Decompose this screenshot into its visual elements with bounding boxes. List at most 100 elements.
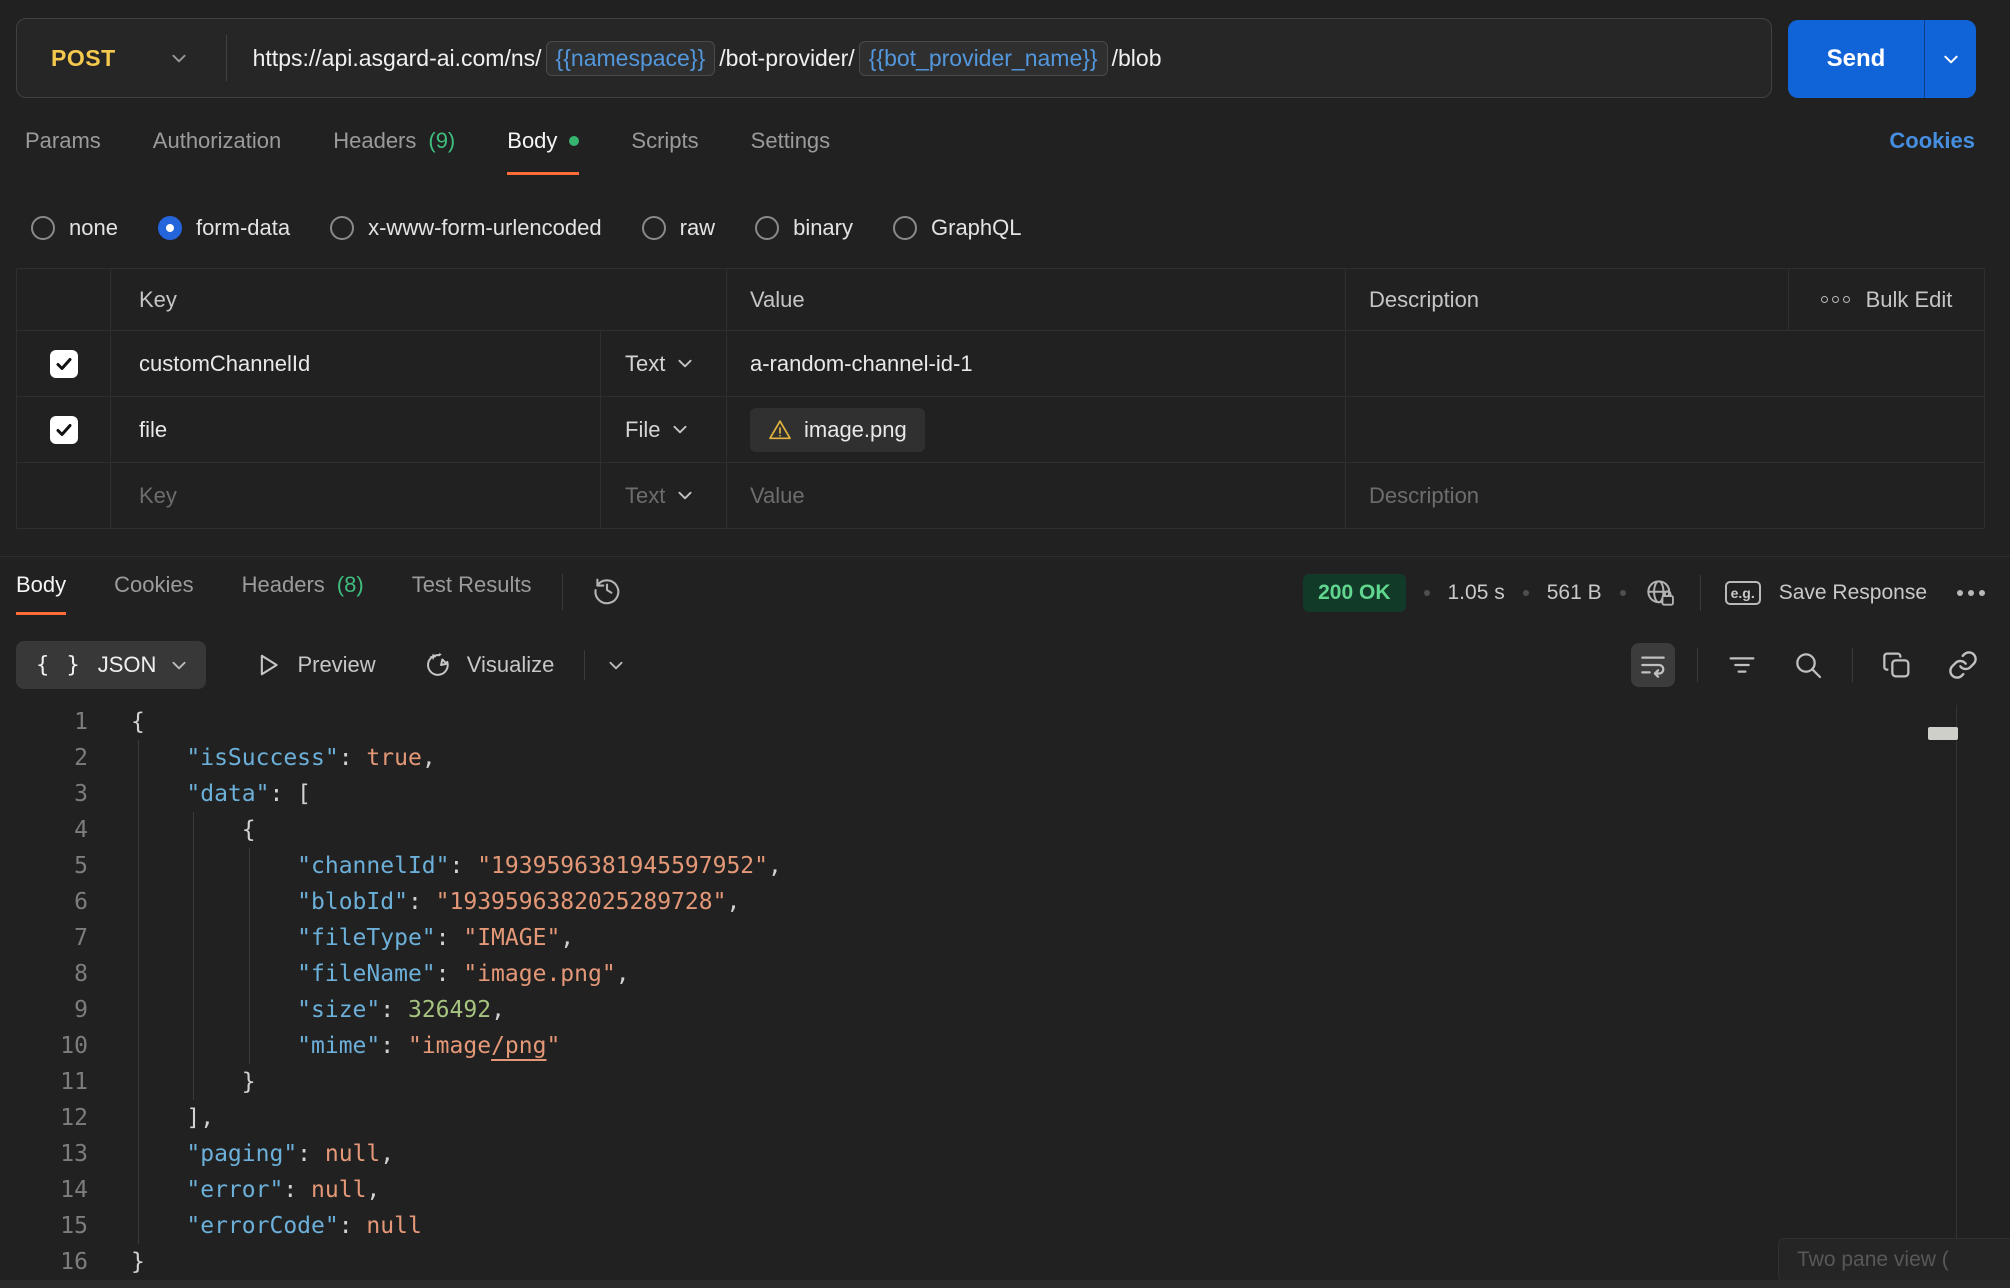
code-text: "channelId": "1939596381945597952", (131, 848, 782, 884)
visualize-button[interactable]: Visualize (422, 649, 555, 681)
body-mode-graphql[interactable]: GraphQL (893, 215, 1022, 241)
response-tab-headers[interactable]: Headers(8) (242, 572, 364, 615)
key-cell[interactable]: customChannelIdText (111, 331, 727, 396)
line-number: 3 (0, 776, 88, 812)
response-tab-cookies[interactable]: Cookies (114, 572, 193, 615)
url-input[interactable]: https://api.asgard-ai.com/ns/{{namespace… (227, 41, 1162, 76)
send-button[interactable]: Send (1788, 20, 1976, 98)
indent-guide (138, 776, 139, 812)
row-checkbox[interactable] (50, 416, 78, 444)
warning-icon (768, 418, 792, 442)
code-text: "data": [ (131, 776, 311, 812)
pane-view-tooltip: Two pane view ( (1778, 1238, 2010, 1282)
table-row: customChannelIdTexta-random-channel-id-1 (17, 330, 1984, 396)
code-line: 4 { (0, 812, 2010, 848)
request-tab-authorization[interactable]: Authorization (153, 128, 281, 175)
type-selector[interactable]: Text (600, 331, 726, 396)
copy-button[interactable] (1875, 643, 1919, 687)
request-tab-scripts[interactable]: Scripts (631, 128, 698, 175)
response-tab-body[interactable]: Body (16, 572, 66, 615)
wrap-text-button[interactable] (1631, 643, 1675, 687)
radio-label: GraphQL (931, 215, 1022, 241)
preview-label: Preview (297, 652, 375, 678)
scrollbar-thumb[interactable] (1928, 727, 1958, 740)
toolbar-icon-divider (1852, 648, 1853, 682)
visualize-label: Visualize (467, 652, 555, 678)
table-row: KeyTextValue Description (17, 462, 1984, 528)
code-line: 5 "channelId": "1939596381945597952", (0, 848, 2010, 884)
request-tab-params[interactable]: Params (25, 128, 101, 175)
preview-button[interactable]: Preview (252, 649, 375, 681)
link-button[interactable] (1941, 643, 1985, 687)
more-options-icon[interactable] (1957, 590, 1985, 596)
chevron-down-icon (678, 491, 692, 500)
description-cell[interactable] (1346, 397, 1984, 462)
request-tab-settings[interactable]: Settings (751, 128, 831, 175)
type-selector[interactable]: File (600, 397, 726, 462)
request-tab-headers[interactable]: Headers(9) (333, 128, 455, 175)
indent-guide (138, 812, 139, 848)
body-mode-form-data[interactable]: form-data (158, 215, 290, 241)
row-checkbox[interactable] (50, 350, 78, 378)
separator-dot (1424, 590, 1430, 596)
separator-dot (1620, 590, 1626, 596)
tab-label: Params (25, 128, 101, 154)
description-placeholder: Description (1369, 483, 1479, 509)
code-line: 10 "mime": "image/png" (0, 1028, 2010, 1064)
request-tab-body[interactable]: Body (507, 128, 579, 175)
tab-count: (8) (337, 572, 364, 598)
url-segment: /bot-provider/ (719, 45, 855, 72)
code-text: ], (131, 1100, 214, 1136)
cookies-link[interactable]: Cookies (1889, 128, 1975, 154)
radio-icon (755, 216, 779, 240)
table-header-row: KeyValueDescriptionBulk Edit (17, 269, 1984, 330)
value-cell[interactable]: image.png (727, 397, 1346, 462)
history-button[interactable] (591, 574, 623, 606)
key-placeholder: Key (139, 483, 600, 509)
chevron-down-icon[interactable] (609, 661, 623, 670)
line-number: 16 (0, 1244, 88, 1280)
history-clock-icon (591, 574, 623, 606)
table-row: fileFile image.png (17, 396, 1984, 462)
indent-guide (249, 884, 250, 920)
wrap-text-icon (1637, 649, 1669, 681)
format-selector[interactable]: { } JSON (16, 641, 206, 689)
row-check-cell (17, 397, 111, 462)
chevron-down-icon (678, 359, 692, 368)
send-button-label[interactable]: Send (1788, 20, 1924, 98)
method-selector[interactable]: POST (17, 45, 226, 72)
tab-label: Headers (333, 128, 416, 154)
radio-label: raw (680, 215, 715, 241)
body-mode-x-www-form-urlencoded[interactable]: x-www-form-urlencoded (330, 215, 602, 241)
bulk-edit-button[interactable]: Bulk Edit (1789, 269, 1984, 330)
response-time: 1.05 s (1448, 581, 1505, 605)
send-options-caret[interactable] (1925, 20, 1976, 98)
save-response-button[interactable]: Save Response (1779, 581, 1927, 605)
file-chip[interactable]: image.png (750, 408, 925, 452)
description-cell[interactable]: Description (1346, 463, 1984, 528)
description-cell[interactable] (1346, 331, 1984, 396)
value-cell[interactable]: Value (727, 463, 1346, 528)
response-tab-test-results[interactable]: Test Results (412, 572, 532, 615)
key-text: customChannelId (139, 351, 600, 377)
body-mode-raw[interactable]: raw (642, 215, 715, 241)
code-line: 6 "blobId": "1939596382025289728", (0, 884, 2010, 920)
type-selector[interactable]: Text (600, 463, 726, 528)
request-tabs: Params Authorization Headers(9) Body Scripts… (25, 128, 830, 175)
search-button[interactable] (1786, 643, 1830, 687)
magic-wand-icon (422, 649, 454, 681)
line-number: 10 (0, 1028, 88, 1064)
code-line: 13 "paging": null, (0, 1136, 2010, 1172)
bottom-edge-strip (0, 1280, 2010, 1288)
body-mode-none[interactable]: none (31, 215, 118, 241)
body-mode-binary[interactable]: binary (755, 215, 853, 241)
scroll-track-border (1956, 705, 1957, 1280)
key-cell[interactable]: KeyText (111, 463, 727, 528)
filter-lines-button[interactable] (1720, 643, 1764, 687)
key-cell[interactable]: fileFile (111, 397, 727, 462)
url-variable: {{bot_provider_name}} (859, 41, 1108, 76)
value-cell[interactable]: a-random-channel-id-1 (727, 331, 1346, 396)
request-url-bar[interactable]: POST https://api.asgard-ai.com/ns/{{name… (16, 18, 1772, 98)
row-check-cell (17, 331, 111, 396)
network-info-button[interactable] (1644, 577, 1676, 609)
